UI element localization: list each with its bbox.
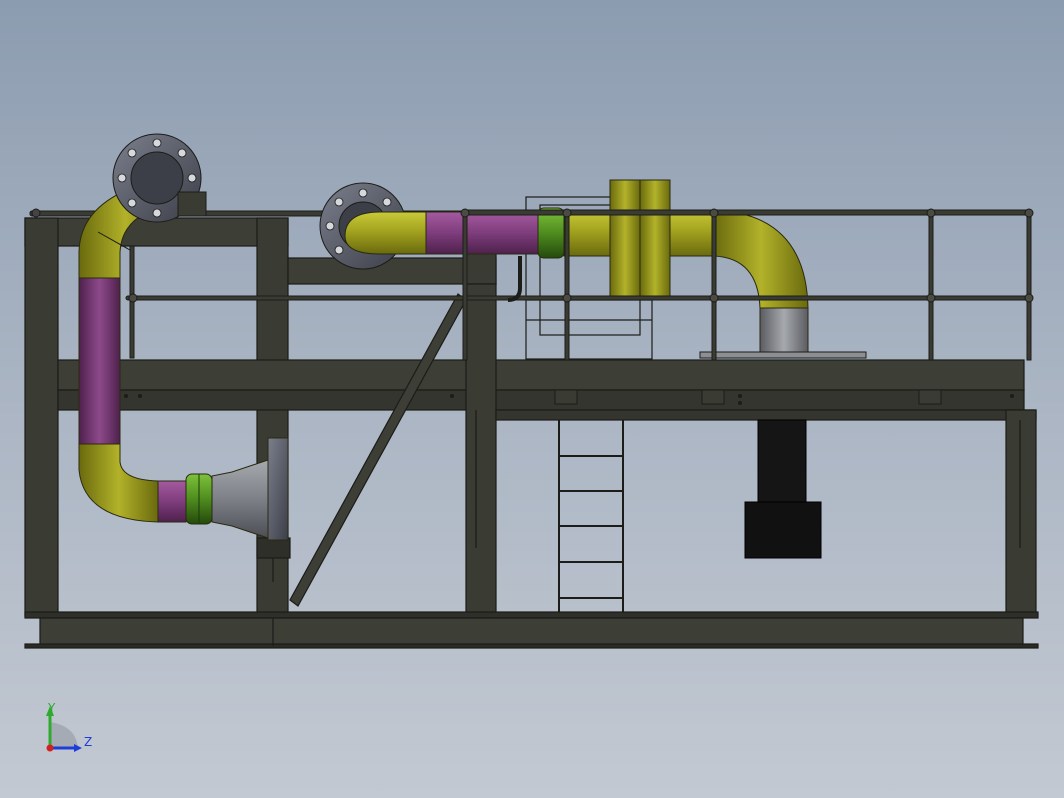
steel-frame [24, 217, 1039, 649]
pump-base-plate [699, 351, 867, 359]
cad-viewport[interactable]: Y Z [0, 0, 1064, 798]
diagonal-brace [289, 293, 467, 607]
triad-shade [50, 722, 78, 748]
drain-pipe [507, 256, 522, 302]
discharge-elbow-left [344, 211, 427, 255]
purple-vertical-pipe [78, 277, 121, 445]
triad-origin [46, 744, 54, 752]
pump-bowl [744, 501, 822, 559]
base-skid-top [24, 611, 1039, 619]
mid-deck-lower-beam [57, 389, 1025, 411]
pump-column [744, 419, 822, 559]
assembly-view: Y Z [24, 133, 1039, 752]
grey-vertical-pipe [759, 307, 809, 355]
suction-reducer [211, 459, 269, 539]
mid-deck-beam [57, 359, 1025, 391]
access-ladder [558, 420, 624, 612]
right-end-post [1005, 409, 1037, 617]
lower-elbow [78, 443, 159, 523]
base-skid-bottom [24, 643, 1039, 649]
left-outer-post [24, 217, 59, 617]
z-axis-label: Z [84, 735, 92, 749]
right-lower-frame [495, 409, 1037, 421]
yellow-pipe-after-valve [669, 209, 715, 257]
center-post [465, 283, 497, 617]
y-axis-label: Y [47, 701, 56, 715]
yellow-pipe-to-valve [563, 209, 615, 257]
purple-horizontal-pipe [425, 211, 539, 255]
discharge-elbow-right [713, 209, 809, 309]
axis-triad: Y Z [46, 701, 92, 752]
base-skid [39, 617, 1024, 647]
purple-short-pipe [157, 480, 187, 523]
valve-body-right [639, 179, 671, 297]
pump-support-bracket [256, 537, 291, 559]
pump-inlet-flange [267, 437, 289, 541]
valve-body-left [609, 179, 641, 297]
top-left-flange [112, 133, 207, 223]
